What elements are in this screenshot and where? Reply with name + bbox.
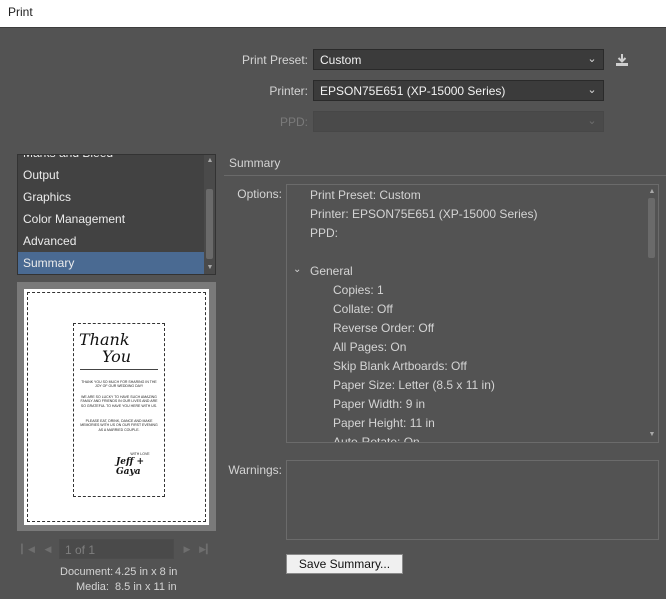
printer-select[interactable]: EPSON75E651 (XP-15000 Series) ⌄ <box>313 80 604 101</box>
scroll-down-icon[interactable]: ▼ <box>647 431 657 439</box>
summary-line: Printer: EPSON75E651 (XP-15000 Series) <box>310 207 538 221</box>
summary-line: Copies: 1 <box>333 283 384 297</box>
sidebar-item-graphics[interactable]: Graphics <box>18 186 205 208</box>
section-title: Summary <box>229 156 281 170</box>
scroll-down-icon[interactable]: ▼ <box>205 264 215 272</box>
previous-page-icon[interactable]: ◀ <box>41 540 55 558</box>
ppd-label: PPD: <box>279 115 308 129</box>
summary-line: Collate: Off <box>333 302 393 316</box>
print-dialog: Print Preset: Custom ⌄ Printer: EPSON75E… <box>0 27 666 599</box>
download-icon[interactable] <box>614 52 630 68</box>
summary-line: Paper Size: Letter (8.5 x 11 in) <box>333 378 495 392</box>
warnings-box <box>286 460 659 540</box>
window-title: Print <box>8 5 33 19</box>
summary-line: Auto-Rotate: On <box>333 435 420 443</box>
sidebar-scrollbar[interactable]: ▲ ▼ <box>204 155 215 274</box>
artwork: Thank You THANK YOU SO MUCH FOR SHARING … <box>73 323 165 497</box>
print-preview[interactable]: Thank You THANK YOU SO MUCH FOR SHARING … <box>17 282 216 531</box>
scroll-thumb[interactable] <box>206 189 213 259</box>
summary-options-box[interactable]: Print Preset: Custom Printer: EPSON75E65… <box>286 184 659 443</box>
general-group-header[interactable]: General <box>310 264 353 278</box>
chevron-down-icon[interactable]: ⌄ <box>293 264 301 275</box>
sidebar-item-output[interactable]: Output <box>18 164 205 186</box>
scroll-thumb[interactable] <box>648 198 655 258</box>
chevron-down-icon: ⌄ <box>587 53 597 65</box>
ppd-select: ⌄ <box>313 111 604 132</box>
document-size: 4.25 in x 8 in <box>115 566 178 578</box>
page-number-input[interactable]: 1 of 1 <box>59 539 174 559</box>
title-bar: Print <box>0 0 666 27</box>
media-label: Media: <box>75 581 109 593</box>
print-preset-label: Print Preset: <box>241 53 308 67</box>
art-divider <box>80 369 158 370</box>
first-page-icon[interactable]: ▎◀ <box>21 540 35 558</box>
media-size: 8.5 in x 11 in <box>115 581 177 593</box>
printable-area: Thank You THANK YOU SO MUCH FOR SHARING … <box>27 292 206 522</box>
summary-line: Paper Height: 11 in <box>333 416 435 430</box>
printer-label: Printer: <box>269 84 308 98</box>
summary-line: PPD: <box>310 226 339 240</box>
art-paragraph-1: THANK YOU SO MUCH FOR SHARING IN THE JOY… <box>81 380 157 389</box>
print-preset-select[interactable]: Custom ⌄ <box>313 49 604 70</box>
sidebar-item-color-management[interactable]: Color Management <box>18 208 205 230</box>
summary-scrollbar[interactable]: ▲ ▼ <box>645 185 658 442</box>
scroll-up-icon[interactable]: ▲ <box>647 188 657 196</box>
document-label: Document: <box>60 566 114 578</box>
preview-page: Thank You THANK YOU SO MUCH FOR SHARING … <box>24 289 209 525</box>
summary-line: Reverse Order: Off <box>333 321 435 335</box>
summary-line: Skip Blank Artboards: Off <box>333 359 467 373</box>
art-signature: Jeff + Gaya <box>116 457 145 477</box>
art-title-2: You <box>102 347 132 366</box>
section-divider <box>224 175 666 176</box>
sidebar-item-summary[interactable]: Summary <box>18 252 205 274</box>
summary-line: Paper Width: 9 in <box>333 397 426 411</box>
warnings-label: Warnings: <box>228 463 282 477</box>
art-with-love: WITH LOVE <box>130 452 150 456</box>
print-preset-value: Custom <box>320 53 362 67</box>
next-page-icon[interactable]: ▶ <box>180 540 194 558</box>
page-number-value: 1 of 1 <box>65 543 96 557</box>
options-label: Options: <box>237 187 282 201</box>
art-paragraph-3: PLEASE EAT, DRINK, DANCE AND MAKE MEMORI… <box>80 419 158 432</box>
sidebar-item-advanced[interactable]: Advanced <box>18 230 205 252</box>
art-paragraph-2: WE ARE SO LUCKY TO HAVE SUCH AMAZING FAM… <box>80 395 158 408</box>
sidebar-item-marks-and-bleed[interactable]: Marks and Bleed <box>18 155 205 164</box>
category-list[interactable]: Marks and Bleed Output Graphics Color Ma… <box>17 154 216 275</box>
summary-line: All Pages: On <box>333 340 407 354</box>
chevron-down-icon: ⌄ <box>587 115 597 127</box>
printer-value: EPSON75E651 (XP-15000 Series) <box>320 84 506 98</box>
chevron-down-icon: ⌄ <box>587 84 597 96</box>
last-page-icon[interactable]: ▶▎ <box>199 540 213 558</box>
summary-line: Print Preset: Custom <box>310 188 421 202</box>
scroll-up-icon[interactable]: ▲ <box>205 157 215 165</box>
save-summary-button[interactable]: Save Summary... <box>286 554 403 574</box>
